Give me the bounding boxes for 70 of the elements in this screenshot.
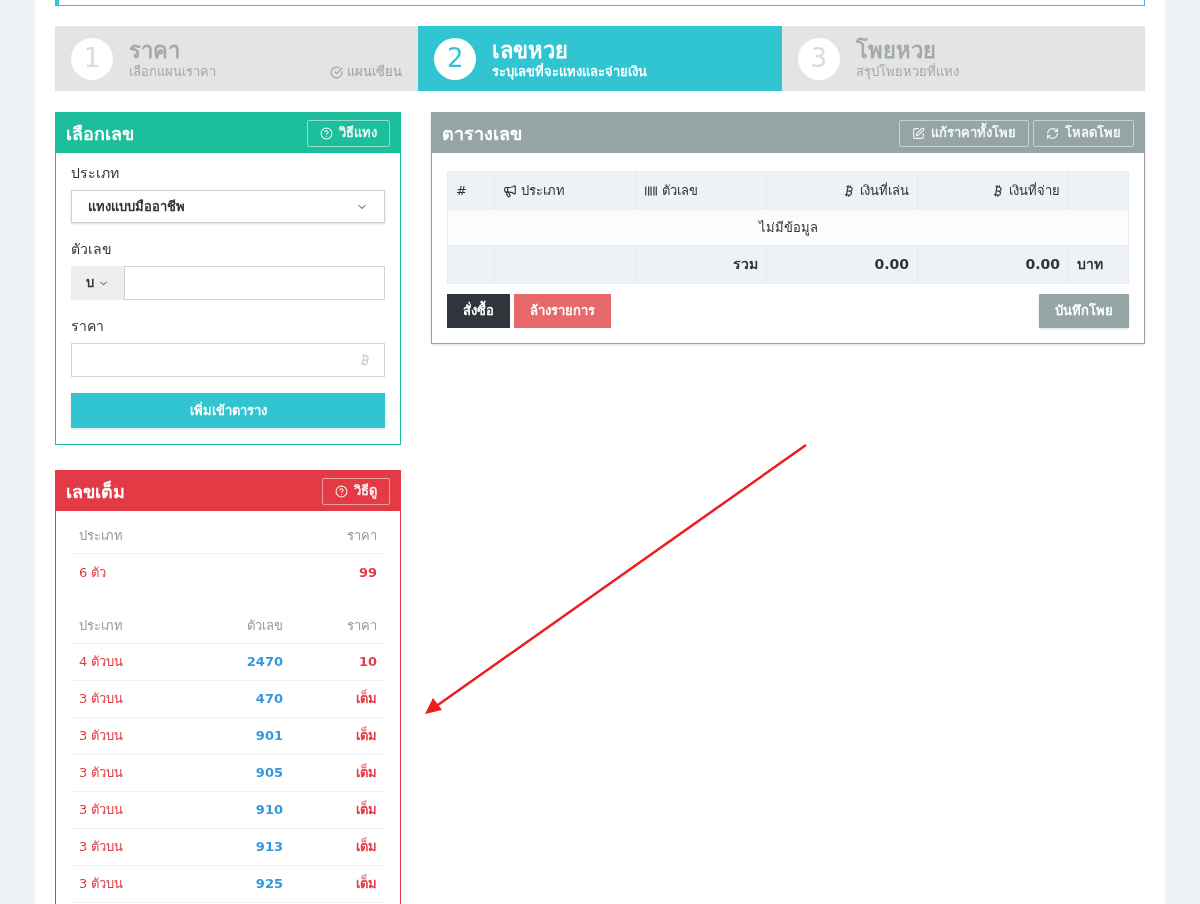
clear-button[interactable]: ล้างรายการ (514, 294, 611, 328)
panel-title: เลือกเลข (66, 121, 134, 146)
step-number: 2 (434, 37, 477, 80)
number-input[interactable] (124, 266, 385, 300)
currency-label: บาท (1076, 255, 1104, 274)
help-button[interactable]: วิธีดู (322, 477, 390, 505)
step-tab[interactable]: 2 เลขหวย ระบุเลขที่จะแทงและจ่ายเงิน (418, 26, 782, 91)
empty-row-text: ไม่มีข้อมูล (448, 209, 1128, 246)
step-title: โพยหวย (855, 36, 937, 63)
column-header: ประเภท (79, 617, 124, 636)
total-label: รวม (636, 246, 767, 283)
type-cell-text: 3 ตัวบน (79, 875, 125, 894)
add-button[interactable]: เพิ่มเข้าตาราง (71, 393, 385, 428)
bitcoin-icon (358, 353, 372, 367)
column-header: ประเภท (79, 527, 123, 546)
step-subtitle: เลือกแผนเราคา (129, 64, 216, 81)
type-cell-text: 6 ตัว (79, 563, 107, 582)
column-header: ตัวเลข (246, 617, 283, 636)
column-header: ราคา (347, 527, 377, 546)
field-label: ราคา (71, 317, 105, 336)
refresh-icon (1046, 126, 1059, 140)
total-bet: 0.00 (767, 246, 918, 283)
load-button[interactable]: โหลดโพย (1033, 119, 1134, 147)
step-note: แผนเซียน (347, 64, 403, 81)
type-cell-text: 3 ตัวบน (79, 764, 125, 783)
price-cell-text: 99 (358, 563, 377, 582)
price-cell-text: เต็ม (355, 726, 377, 746)
step-title: เลขหวย (492, 36, 569, 63)
bitcoin-icon (991, 183, 1005, 198)
panel-title: ตารางเลข (442, 121, 522, 146)
barcode-icon (644, 183, 658, 198)
check-circle-icon (330, 65, 344, 79)
price-cell-text: เต็ม (355, 874, 377, 894)
number-cell-text: 2470 (245, 653, 283, 672)
price-cell-text: เต็ม (355, 800, 377, 820)
prefix-dropdown[interactable]: บ (71, 266, 124, 300)
order-button[interactable]: สั่งซื้อ (447, 294, 510, 328)
price-cell-text: เต็ม (355, 689, 377, 709)
panel-title: เลขเต็ม (66, 479, 125, 504)
total-pay: 0.00 (918, 246, 1069, 283)
help-icon (320, 126, 333, 140)
price-cell-text: เต็ม (355, 763, 377, 783)
number-cell-text: 901 (254, 727, 283, 746)
megaphone-icon (503, 183, 517, 198)
field-label: ประเภท (71, 164, 120, 183)
number-cell-text: 910 (254, 801, 283, 820)
type-cell-text: 4 ตัวบน (79, 653, 125, 672)
step-title: ราคา (129, 36, 181, 64)
number-cell-text: 913 (254, 838, 283, 857)
help-button[interactable]: วิธีแทง (307, 119, 390, 147)
number-cell-text: 905 (254, 764, 283, 783)
type-cell-text: 3 ตัวบน (79, 838, 125, 857)
number-cell-text: 925 (254, 875, 283, 894)
save-button[interactable]: บันทึกโพย (1039, 294, 1129, 328)
price-input[interactable] (71, 343, 385, 377)
column-header: ราคา (346, 617, 377, 636)
edit-price-button[interactable]: แก้ราคาทั้งโพย (899, 119, 1029, 147)
type-cell-text: 3 ตัวบน (79, 727, 125, 746)
help-icon (335, 484, 348, 498)
type-cell-text: 3 ตัวบน (79, 801, 125, 820)
number-cell-text: 470 (254, 690, 283, 709)
price-cell-text: เต็ม (355, 837, 377, 857)
bitcoin-icon (842, 183, 856, 198)
step-subtitle: ระบุเลขที่จะแทงและจ่ายเงิน (492, 64, 648, 81)
field-label: ตัวเลข (71, 240, 113, 259)
type-select[interactable]: แทงแบบมืออาชีพ (71, 190, 385, 223)
type-cell-text: 3 ตัวบน (79, 690, 125, 709)
price-cell-text: 10 (357, 653, 377, 672)
step-subtitle: สรุปโพยหวยที่แทง (855, 64, 959, 81)
edit-icon (912, 126, 925, 140)
